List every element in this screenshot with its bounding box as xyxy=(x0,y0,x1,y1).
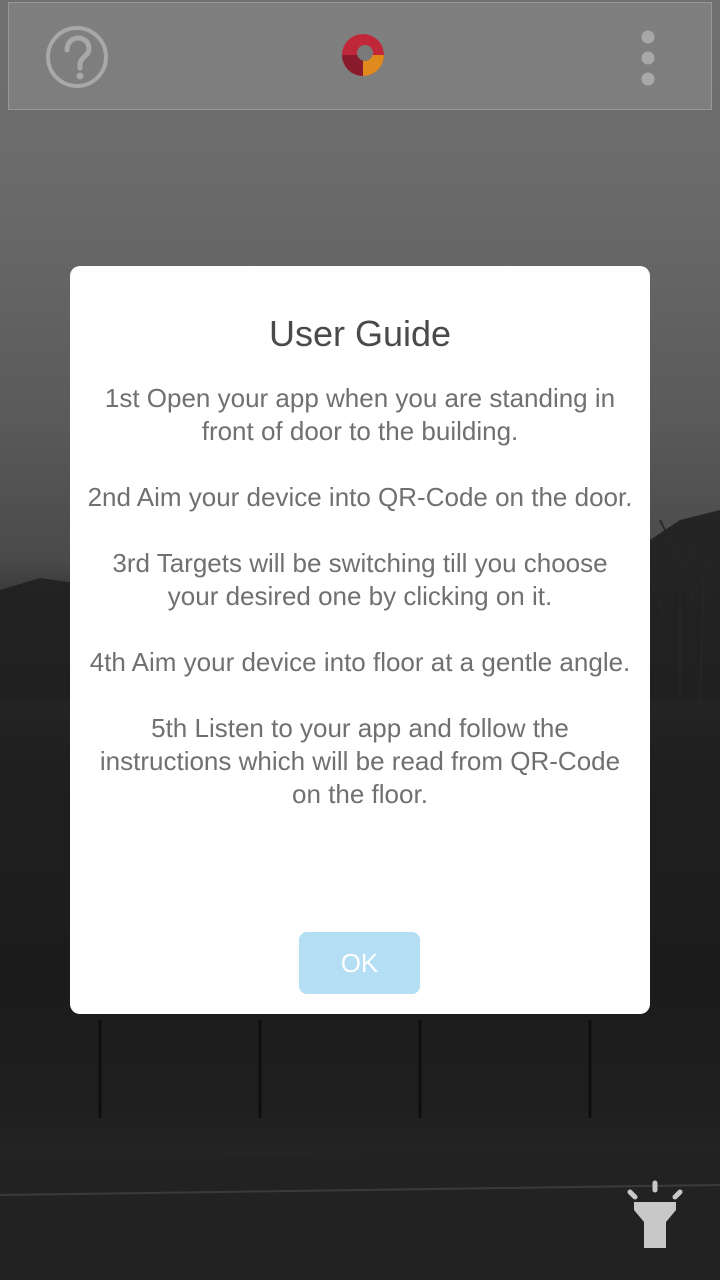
app-logo xyxy=(341,33,385,77)
dialog-title: User Guide xyxy=(268,313,452,354)
guide-step-2: 2nd Aim your device into QR-Code on the … xyxy=(87,482,633,512)
guide-steps-list: 1st Open your app when you are standing … xyxy=(84,382,636,844)
guide-step-4: 4th Aim your device into floor at a gent… xyxy=(89,647,631,677)
more-vertical-icon[interactable] xyxy=(635,29,661,87)
ok-button[interactable]: OK xyxy=(299,932,420,994)
flashlight-icon[interactable] xyxy=(624,1180,686,1250)
guide-step-1: 1st Open your app when you are standing … xyxy=(104,383,616,446)
question-circle-icon[interactable] xyxy=(45,25,109,89)
guide-step-5: 5th Listen to your app and follow the in… xyxy=(99,713,621,809)
guide-step-3: 3rd Targets will be switching till you c… xyxy=(112,548,608,611)
top-toolbar xyxy=(8,2,712,110)
